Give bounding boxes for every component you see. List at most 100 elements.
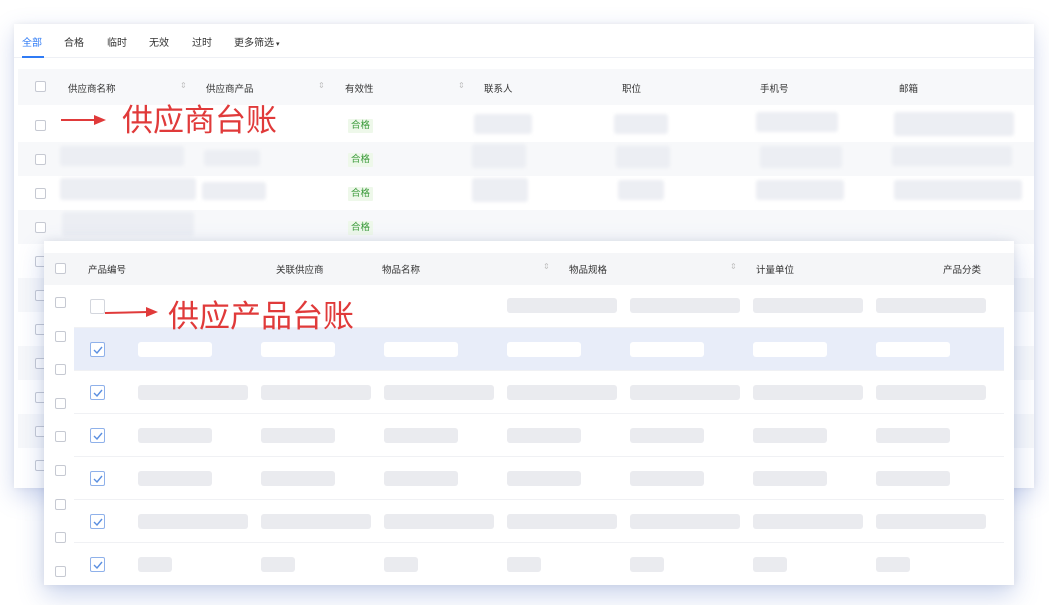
col-supplier-name[interactable]: 供应商名称 bbox=[68, 81, 116, 95]
filter-tab-outdated[interactable]: 过时 bbox=[192, 34, 212, 49]
row-checkbox[interactable] bbox=[55, 297, 66, 308]
placeholder-cell bbox=[261, 428, 335, 443]
sort-icon[interactable]: ⇕ bbox=[730, 262, 737, 271]
row-checkbox[interactable] bbox=[55, 499, 66, 510]
table-row[interactable]: 合格 bbox=[18, 176, 1034, 210]
more-filters-dropdown[interactable]: 更多筛选 ▾ bbox=[234, 34, 280, 49]
row-checkbox[interactable] bbox=[55, 566, 66, 577]
row-checkbox[interactable] bbox=[90, 557, 105, 572]
checkmark-icon bbox=[93, 389, 103, 397]
caret-down-icon: ▾ bbox=[276, 40, 280, 48]
select-all-checkbox[interactable] bbox=[35, 81, 46, 92]
placeholder-cell bbox=[138, 471, 212, 486]
placeholder-cell bbox=[630, 342, 704, 357]
col-item-name[interactable]: 物品名称 bbox=[382, 262, 420, 276]
row-checkbox[interactable] bbox=[35, 188, 46, 199]
table-row[interactable] bbox=[74, 371, 1004, 414]
row-checkbox[interactable] bbox=[90, 385, 105, 400]
col-phone[interactable]: 手机号 bbox=[760, 81, 789, 95]
active-tab-indicator bbox=[22, 56, 44, 58]
filter-tab-qualified[interactable]: 合格 bbox=[64, 34, 84, 49]
sort-icon[interactable]: ⇕ bbox=[458, 81, 465, 90]
redacted-contact bbox=[472, 144, 526, 168]
col-item-spec[interactable]: 物品规格 bbox=[569, 262, 607, 276]
placeholder-cell bbox=[384, 514, 494, 529]
redacted-position bbox=[616, 146, 670, 168]
status-badge: 合格 bbox=[348, 187, 374, 201]
row-checkbox[interactable] bbox=[35, 222, 46, 233]
filter-tab-all[interactable]: 全部 bbox=[22, 34, 42, 49]
col-position[interactable]: 职位 bbox=[622, 81, 641, 95]
redacted-contact bbox=[472, 178, 528, 202]
table-row[interactable] bbox=[74, 500, 1004, 543]
placeholder-cell bbox=[753, 471, 827, 486]
more-filters-label: 更多筛选 bbox=[234, 38, 274, 49]
row-checkbox[interactable] bbox=[55, 465, 66, 476]
row-checkbox[interactable] bbox=[55, 331, 66, 342]
placeholder-cell bbox=[138, 342, 212, 357]
row-checkbox[interactable] bbox=[90, 471, 105, 486]
placeholder-cell bbox=[630, 385, 740, 400]
table-row[interactable] bbox=[74, 543, 1004, 585]
product-table-header: 产品编号 关联供应商 物品名称 ⇕ 物品规格 ⇕ 计量单位 产品分类 bbox=[44, 253, 1014, 285]
table-row[interactable]: 合格 bbox=[18, 142, 1034, 176]
placeholder-cell bbox=[876, 385, 986, 400]
placeholder-cell bbox=[138, 385, 248, 400]
placeholder-cell bbox=[630, 428, 704, 443]
placeholder-cell bbox=[507, 385, 617, 400]
table-row[interactable]: 合格 bbox=[18, 210, 1034, 244]
row-checkbox[interactable] bbox=[55, 398, 66, 409]
placeholder-cell bbox=[753, 342, 827, 357]
col-contact[interactable]: 联系人 bbox=[484, 81, 513, 95]
row-checkbox[interactable] bbox=[90, 342, 105, 357]
placeholder-cell bbox=[753, 385, 863, 400]
placeholder-cell bbox=[507, 471, 581, 486]
col-supplier-product[interactable]: 供应商产品 bbox=[206, 81, 254, 95]
placeholder-cell bbox=[630, 298, 740, 313]
placeholder-cell bbox=[876, 557, 910, 572]
col-email[interactable]: 邮箱 bbox=[899, 81, 918, 95]
sort-icon[interactable]: ⇕ bbox=[318, 81, 325, 90]
sort-icon[interactable]: ⇕ bbox=[543, 262, 550, 271]
select-all-checkbox[interactable] bbox=[55, 263, 66, 274]
redacted-phone bbox=[760, 146, 842, 168]
placeholder-cell bbox=[630, 557, 664, 572]
placeholder-cell bbox=[384, 557, 418, 572]
row-checkbox[interactable] bbox=[55, 532, 66, 543]
product-ledger-annotation: 供应产品台账 bbox=[168, 299, 354, 335]
col-linked-supplier[interactable]: 关联供应商 bbox=[276, 262, 324, 276]
row-checkbox[interactable] bbox=[55, 364, 66, 375]
col-product-code[interactable]: 产品编号 bbox=[88, 262, 126, 276]
filter-tab-temporary[interactable]: 临时 bbox=[107, 34, 127, 49]
placeholder-cell bbox=[876, 514, 986, 529]
table-row[interactable] bbox=[74, 457, 1004, 500]
filter-bar: 全部 合格 临时 无效 过时 更多筛选 ▾ bbox=[14, 24, 1034, 58]
row-checkbox[interactable] bbox=[55, 431, 66, 442]
row-checkbox[interactable] bbox=[90, 428, 105, 443]
placeholder-cell bbox=[630, 514, 740, 529]
redacted-phone bbox=[756, 112, 838, 132]
status-badge: 合格 bbox=[348, 221, 374, 235]
col-unit[interactable]: 计量单位 bbox=[756, 262, 794, 276]
checkmark-icon bbox=[93, 518, 103, 526]
placeholder-cell bbox=[261, 385, 371, 400]
table-row[interactable] bbox=[74, 414, 1004, 457]
filter-tab-invalid[interactable]: 无效 bbox=[149, 34, 169, 49]
row-checkbox[interactable] bbox=[90, 514, 105, 529]
placeholder-cell bbox=[876, 428, 950, 443]
row-checkbox[interactable] bbox=[35, 154, 46, 165]
redacted-position bbox=[618, 180, 664, 200]
row-checkbox[interactable] bbox=[35, 120, 46, 131]
sort-icon[interactable]: ⇕ bbox=[180, 81, 187, 90]
placeholder-cell bbox=[876, 298, 986, 313]
placeholder-cell bbox=[753, 514, 863, 529]
col-validity[interactable]: 有效性 bbox=[345, 81, 374, 95]
row-checkbox[interactable] bbox=[90, 299, 105, 314]
placeholder-cell bbox=[630, 471, 704, 486]
placeholder-cell bbox=[507, 557, 541, 572]
redacted-contact bbox=[474, 114, 532, 134]
col-product-category[interactable]: 产品分类 bbox=[943, 262, 981, 276]
checkmark-icon bbox=[93, 475, 103, 483]
redacted-supplier-product bbox=[204, 150, 260, 166]
redacted-supplier-name bbox=[62, 212, 194, 236]
